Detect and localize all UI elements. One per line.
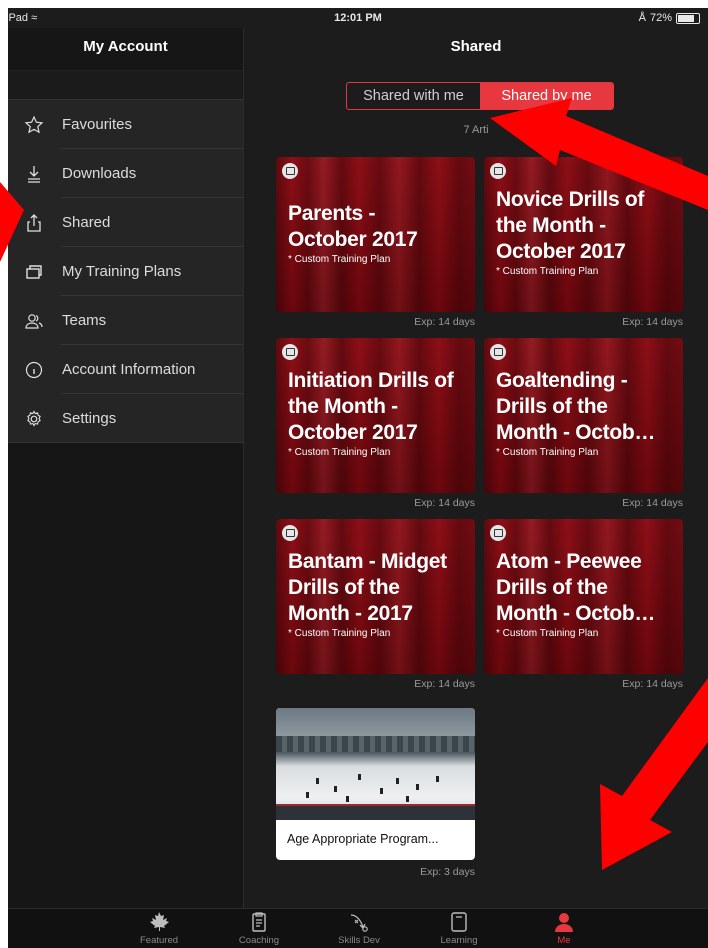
article-card[interactable]: Age Appropriate Program...	[276, 708, 475, 860]
sidebar-item-favourites[interactable]: Favourites	[8, 100, 243, 149]
plan-badge-icon	[490, 163, 506, 179]
article-count: 7 Arti	[463, 124, 489, 136]
segment-shared-by-me[interactable]: Shared by me	[480, 83, 613, 109]
tab-skills-dev[interactable]: Skills Dev	[329, 911, 389, 946]
tab-label: Me	[557, 935, 571, 946]
status-right: Å 72%	[639, 12, 700, 24]
card-subtitle: * Custom Training Plan	[496, 266, 599, 277]
card-title: Atom - Peewee Drills of the Month - Octo…	[496, 549, 677, 640]
plan-badge-icon	[282, 344, 298, 360]
bluetooth-icon: Å	[638, 12, 646, 24]
segment-shared-with-me[interactable]: Shared with me	[347, 83, 480, 109]
sidebar-spacer	[8, 70, 243, 99]
card-subtitle: * Custom Training Plan	[288, 628, 391, 639]
card-expiry: Exp: 14 days	[414, 497, 475, 509]
sidebar-item-label: Teams	[62, 312, 107, 329]
clipboard-icon	[252, 912, 266, 932]
card-subtitle: * Custom Training Plan	[288, 254, 391, 265]
training-plan-card[interactable]: Parents - October 2017 * Custom Training …	[276, 157, 475, 312]
plan-badge-icon	[282, 525, 298, 541]
card-subtitle: * Custom Training Plan	[288, 447, 391, 458]
card-title: Initiation Drills of the Month - October…	[288, 368, 469, 459]
card-title: Goaltending - Drills of the Month - Octo…	[496, 368, 677, 459]
tab-me[interactable]: Me	[534, 911, 594, 946]
download-icon	[24, 164, 44, 184]
plan-badge-icon	[490, 344, 506, 360]
card-expiry: Exp: 14 days	[414, 316, 475, 328]
tab-label: Coaching	[238, 935, 280, 946]
sidebar-item-label: Favourites	[62, 116, 133, 133]
shared-panel: Shared Shared with me Shared by me 7 Art…	[244, 28, 708, 908]
sidebar-item-label: Account Information	[62, 361, 196, 378]
plan-badge-icon	[282, 163, 298, 179]
plan-badge-icon	[490, 525, 506, 541]
card-expiry: Exp: 14 days	[622, 497, 683, 509]
hockey-rink-thumbnail	[276, 708, 475, 820]
tab-learning[interactable]: Learning	[429, 911, 489, 946]
article-title: Age Appropriate Program...	[287, 832, 439, 846]
share-icon	[24, 213, 44, 233]
tab-label: Skills Dev	[338, 935, 380, 946]
tab-label: Featured	[139, 935, 179, 946]
card-title: Bantam - Midget Drills of the Month - 20…	[288, 549, 469, 640]
ipad-screen: iPad ≈ 12:01 PM Å 72% My Account Favouri…	[8, 8, 708, 948]
card-expiry: Exp: 14 days	[414, 678, 475, 690]
card-subtitle: * Custom Training Plan	[496, 447, 599, 458]
stack-icon	[24, 262, 44, 282]
card-title: Novice Drills of the Month - October 201…	[496, 187, 677, 278]
sidebar-item-shared[interactable]: Shared	[8, 198, 243, 247]
page-title: Shared	[450, 38, 502, 55]
sidebar-item-label: Settings	[62, 410, 117, 427]
training-plan-card[interactable]: Novice Drills of the Month - October 201…	[484, 157, 683, 312]
card-title: Parents - October 2017 * Custom Training …	[288, 201, 469, 266]
battery-percent: 72%	[649, 12, 672, 24]
battery-icon	[676, 12, 700, 24]
training-plan-card[interactable]: Goaltending - Drills of the Month - Octo…	[484, 338, 683, 493]
sidebar-item-settings[interactable]: Settings	[8, 394, 243, 443]
people-icon	[24, 311, 44, 331]
status-bar: iPad ≈ 12:01 PM Å 72%	[8, 8, 708, 28]
tablet-icon	[451, 912, 467, 932]
segmented-control: Shared with me Shared by me	[346, 82, 614, 110]
play-diagram-icon	[350, 914, 368, 932]
card-expiry: Exp: 3 days	[420, 866, 475, 878]
card-expiry: Exp: 14 days	[622, 316, 683, 328]
sidebar-item-downloads[interactable]: Downloads	[8, 149, 243, 198]
sidebar: My Account Favourites Downloads Shared M…	[8, 28, 244, 908]
info-icon	[24, 360, 44, 380]
sidebar-item-my-training-plans[interactable]: My Training Plans	[8, 247, 243, 296]
training-plan-card[interactable]: Atom - Peewee Drills of the Month - Octo…	[484, 519, 683, 674]
status-time: 12:01 PM	[334, 12, 382, 24]
gear-icon	[24, 409, 44, 429]
sidebar-item-label: Shared	[62, 214, 111, 231]
sidebar-menu: Favourites Downloads Shared My Training …	[8, 99, 243, 443]
card-subtitle: * Custom Training Plan	[496, 628, 599, 639]
training-plan-card[interactable]: Bantam - Midget Drills of the Month - 20…	[276, 519, 475, 674]
star-icon	[24, 115, 44, 135]
tab-bar: Featured Coaching Skills Dev Learning Me	[8, 908, 708, 948]
tab-coaching[interactable]: Coaching	[229, 911, 289, 946]
sidebar-title: My Account	[83, 38, 168, 55]
training-plan-card[interactable]: Initiation Drills of the Month - October…	[276, 338, 475, 493]
card-expiry: Exp: 14 days	[622, 678, 683, 690]
sidebar-item-teams[interactable]: Teams	[8, 296, 243, 345]
person-icon	[555, 913, 573, 932]
tab-label: Learning	[440, 935, 478, 946]
sidebar-item-label: My Training Plans	[62, 263, 182, 280]
sidebar-item-label: Downloads	[62, 165, 137, 182]
maple-leaf-icon	[150, 912, 169, 931]
sidebar-item-account-information[interactable]: Account Information	[8, 345, 243, 394]
tab-featured[interactable]: Featured	[129, 911, 189, 946]
